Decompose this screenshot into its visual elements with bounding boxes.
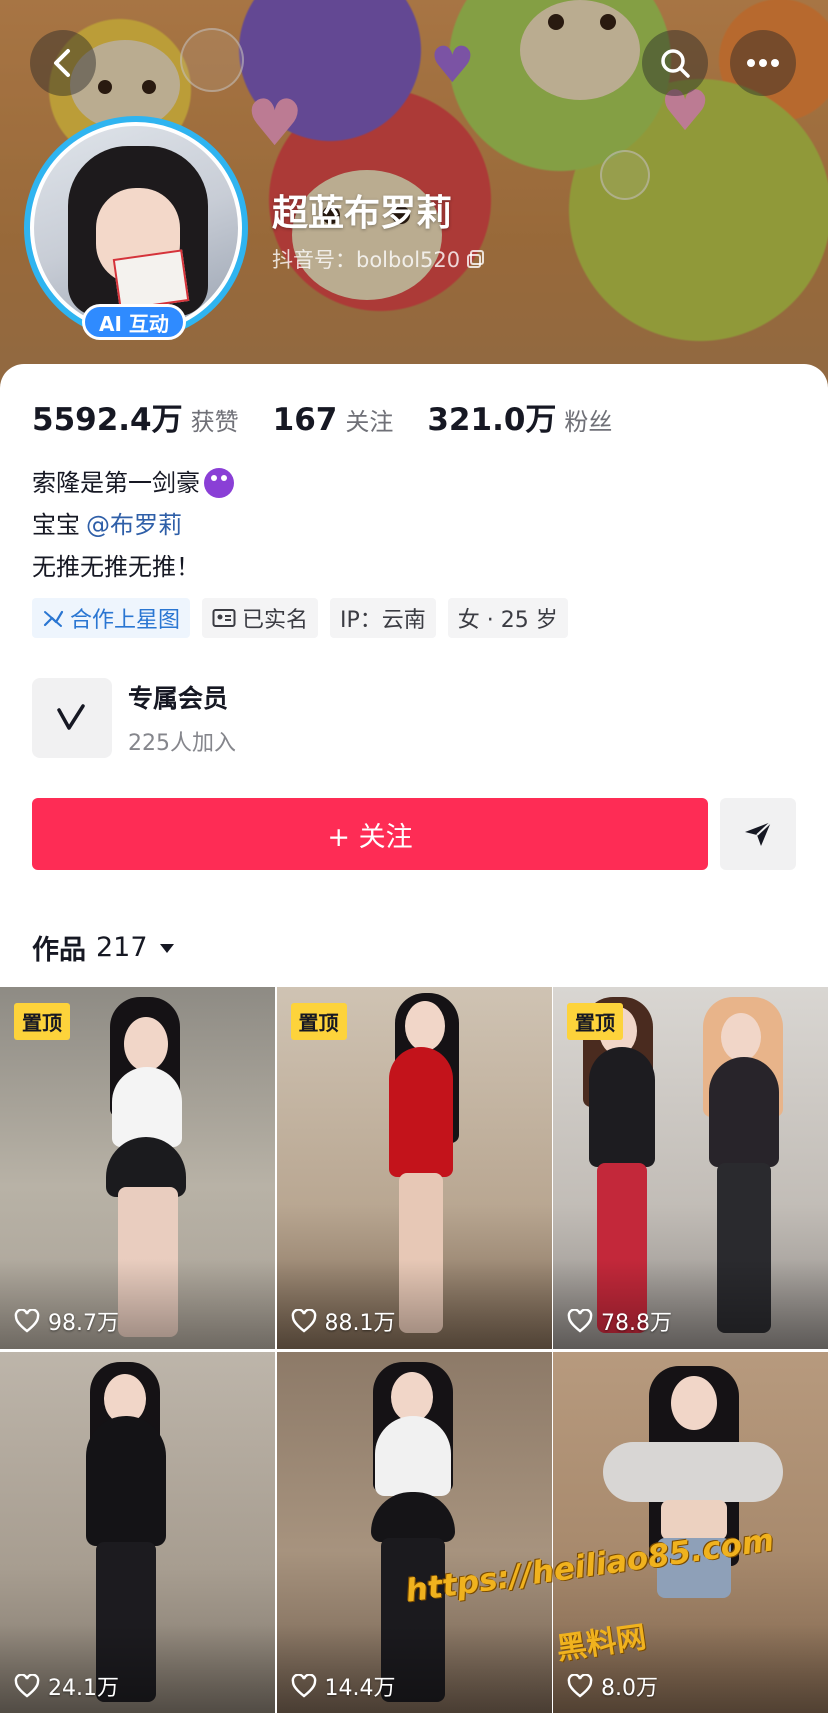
exclusive-membership[interactable]: 专属会员 225人加入 [32, 678, 236, 758]
tag-star-chart[interactable]: 合作上星图 [32, 598, 191, 638]
video-likes: 24.1万 [14, 1670, 119, 1702]
bio-mention-link[interactable]: @布罗莉 [86, 504, 182, 546]
video-thumbnail[interactable]: 24.1万 [0, 1352, 275, 1713]
works-label: 作品 [32, 935, 86, 966]
douyin-id-text: 抖音号：bolbol520 [272, 248, 461, 272]
video-thumbnail[interactable]: 置顶 88.1万 [276, 987, 552, 1349]
heart-icon [567, 1674, 593, 1698]
membership-v-icon [32, 678, 112, 758]
bio-line: 宝宝 @布罗莉 [32, 504, 234, 546]
send-icon [745, 821, 772, 846]
stat-label: 获赞 [190, 408, 239, 436]
dropdown-triangle-icon [159, 943, 174, 953]
search-button[interactable] [642, 30, 708, 96]
bio-text: 宝宝 [32, 511, 80, 539]
thumbnail-figure [603, 1442, 783, 1502]
stat-number: 321.0万 [427, 402, 557, 438]
membership-text: 专属会员 225人加入 [128, 679, 236, 757]
video-thumbnail[interactable]: 14.4万 [276, 1352, 552, 1713]
thumbnail-figure [721, 1013, 761, 1061]
ai-interaction-badge[interactable]: AI 互动 [82, 304, 186, 340]
search-icon [661, 49, 690, 78]
stat-followers[interactable]: 321.0万 粉丝 [427, 394, 612, 439]
heart-icon [291, 1674, 316, 1698]
profile-bio: 索隆是第一剑豪 宝宝 @布罗莉 无推无推无推！ [32, 462, 234, 588]
video-likes: 98.7万 [14, 1305, 119, 1337]
video-thumbnail[interactable]: 置顶 98.7万 [0, 987, 275, 1349]
tag-label: 合作上星图 [70, 608, 181, 633]
thumbnail-figure [671, 1376, 717, 1430]
v-logo-icon [57, 704, 85, 730]
send-message-button[interactable] [720, 798, 796, 870]
profile-stats: 5592.4万 获赞 167 关注 321.0万 粉丝 [32, 394, 646, 439]
video-thumbnail[interactable]: 置顶 78.8万 [553, 987, 828, 1349]
tag-label: 已实名 [242, 608, 309, 633]
more-dots-icon [747, 59, 779, 67]
thumbnail-figure [404, 1001, 445, 1051]
tag-label: 女 · 25 岁 [457, 608, 558, 633]
heart-icon [567, 1309, 593, 1333]
thumbnail-figure [112, 1067, 182, 1147]
profile-nickname: 超蓝布罗莉 [272, 193, 453, 234]
likes-count: 14.4万 [324, 1676, 396, 1701]
id-card-icon [212, 609, 236, 627]
likes-count: 98.7万 [48, 1311, 119, 1336]
likes-count: 24.1万 [48, 1676, 119, 1701]
tag-ip-location: IP：云南 [330, 598, 436, 638]
follow-button[interactable]: + 关注 [32, 798, 708, 870]
stat-number: 167 [272, 402, 338, 438]
bio-text: 无推无推无推！ [32, 553, 200, 581]
star-chart-icon [43, 610, 64, 627]
thumbnail-figure [388, 1047, 453, 1177]
likes-count: 8.0万 [601, 1676, 658, 1701]
likes-count: 88.1万 [324, 1311, 396, 1336]
chevron-left-icon [54, 49, 70, 77]
pinned-badge: 置顶 [14, 1003, 70, 1040]
heart-icon [291, 1309, 316, 1333]
video-likes: 78.8万 [567, 1305, 672, 1337]
profile-tags: 合作上星图 已实名 IP：云南 女 · 25 岁 [32, 598, 568, 638]
copy-icon [467, 250, 485, 268]
tag-gender-age: 女 · 25 岁 [447, 598, 568, 638]
membership-subtitle: 225人加入 [128, 731, 236, 756]
bio-line: 无推无推无推！ [32, 546, 234, 588]
thumbnail-figure [374, 1416, 451, 1496]
douyin-id[interactable]: 抖音号：bolbol520 [272, 244, 486, 274]
devil-emoji-icon [204, 468, 234, 498]
back-button[interactable] [30, 30, 96, 96]
video-likes: 8.0万 [567, 1670, 658, 1702]
avatar-image [30, 122, 242, 334]
thumbnail-figure [86, 1416, 166, 1546]
profile-banner: ♥ ♥ ♥ AI 互动 超蓝布罗莉 抖音号：bolbol520 [0, 0, 828, 400]
stat-likes[interactable]: 5592.4万 获赞 [32, 394, 239, 439]
tag-verified[interactable]: 已实名 [202, 598, 319, 638]
thumbnail-figure [709, 1057, 779, 1167]
bio-text: 索隆是第一剑豪 [32, 469, 200, 497]
follow-button-label: + 关注 [327, 821, 413, 853]
works-tab[interactable]: 作品 217 [32, 928, 176, 967]
stat-label: 关注 [345, 408, 394, 436]
stat-number: 5592.4万 [32, 402, 183, 438]
thumbnail-figure [124, 1017, 168, 1071]
thumbnail-figure [390, 1372, 433, 1422]
works-count: 217 [96, 932, 148, 963]
video-likes: 88.1万 [291, 1305, 396, 1337]
stat-following[interactable]: 167 关注 [273, 402, 394, 438]
avatar-card [112, 249, 190, 311]
bio-line: 索隆是第一剑豪 [32, 462, 234, 504]
membership-title: 专属会员 [128, 684, 229, 713]
more-button[interactable] [730, 30, 796, 96]
heart-icon [14, 1674, 40, 1698]
pinned-badge: 置顶 [290, 1003, 347, 1040]
heart-icon [14, 1309, 40, 1333]
likes-count: 78.8万 [601, 1311, 672, 1336]
thumbnail-figure [589, 1047, 655, 1167]
tag-label: IP：云南 [340, 608, 426, 633]
video-likes: 14.4万 [291, 1670, 396, 1702]
pinned-badge: 置顶 [567, 1003, 623, 1040]
stat-label: 粉丝 [564, 408, 613, 436]
